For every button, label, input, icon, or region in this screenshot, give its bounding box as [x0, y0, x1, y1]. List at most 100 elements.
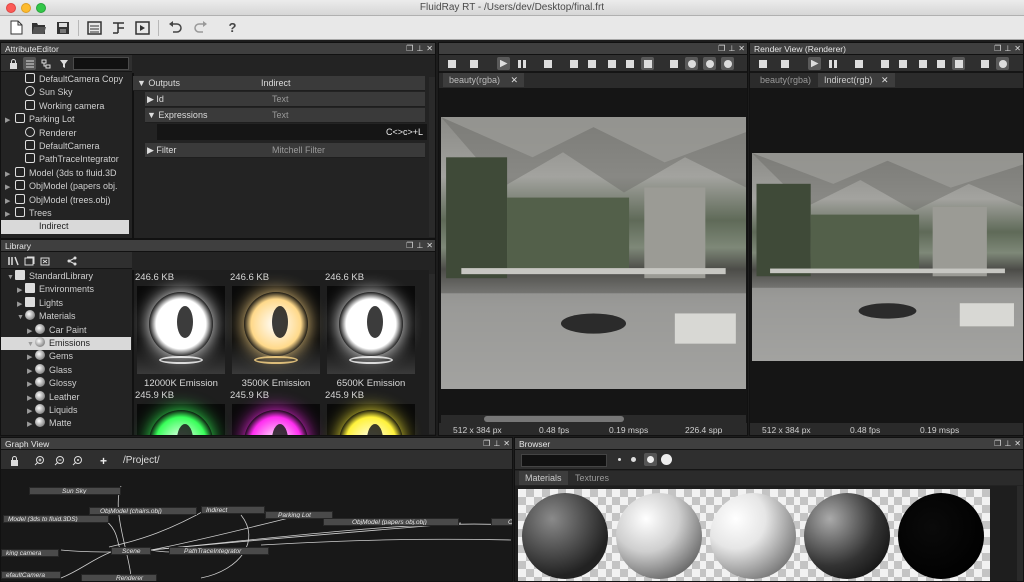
- navigate-button[interactable]: [978, 57, 991, 70]
- material-thumb-black[interactable]: [894, 489, 990, 581]
- material-thumbnail[interactable]: [137, 404, 225, 435]
- tree-item[interactable]: ▶ ObjModel (trees.obj): [1, 193, 129, 207]
- expand-arrow-icon[interactable]: ▶: [5, 181, 13, 193]
- library-tree-item[interactable]: ▶ Matte: [1, 417, 131, 430]
- render-view-toggle[interactable]: [134, 19, 151, 36]
- close-panel-icon[interactable]: ✕: [738, 43, 745, 55]
- tab-indirect[interactable]: Indirect(rgb) ✕: [818, 73, 895, 87]
- tree-item[interactable]: Indirect: [1, 220, 129, 234]
- attribute-search-input[interactable]: [73, 57, 129, 70]
- zoom-in-button[interactable]: [33, 454, 46, 467]
- float-panel-icon[interactable]: ❐: [994, 43, 1001, 55]
- grid-button[interactable]: [623, 57, 636, 70]
- library-remove-button[interactable]: [39, 254, 52, 267]
- splitter[interactable]: [132, 73, 134, 238]
- prop-row-outputs[interactable]: ▼ Outputs Indirect: [133, 76, 425, 91]
- graph-node[interactable]: PathTraceIntegrator: [169, 547, 269, 555]
- play-button[interactable]: [808, 57, 821, 70]
- expand-arrow-icon[interactable]: ▶: [27, 405, 35, 417]
- material-thumb-dark-glossy[interactable]: [800, 489, 896, 581]
- zoom-fit-button[interactable]: [71, 454, 84, 467]
- library-tree-item[interactable]: ▶ Liquids: [1, 404, 131, 417]
- new-file-button[interactable]: [8, 19, 25, 36]
- material-thumb-dark-matte[interactable]: [518, 489, 614, 581]
- attribute-editor-toggle[interactable]: [86, 19, 103, 36]
- hierarchy-button[interactable]: [39, 57, 52, 70]
- expand-arrow-icon[interactable]: ▶: [5, 195, 13, 207]
- expand-arrow-icon[interactable]: ▶: [27, 378, 35, 390]
- expression-input[interactable]: C<>c>+L: [157, 124, 427, 140]
- navigate-button[interactable]: [667, 57, 680, 70]
- list-view-button[interactable]: [23, 57, 36, 70]
- material-thumbnail[interactable]: [232, 286, 320, 374]
- viewport-button[interactable]: [641, 57, 654, 70]
- library-tree-item[interactable]: ▶ Glossy: [1, 377, 131, 390]
- tree-item[interactable]: PathTraceIntegrator: [1, 153, 129, 166]
- expand-arrow-icon[interactable]: ▶: [27, 351, 35, 363]
- h-scrollbar[interactable]: [441, 415, 746, 423]
- library-tree-item[interactable]: ▶ Lights: [1, 296, 131, 310]
- size-large-button[interactable]: [644, 453, 657, 466]
- expand-arrow-icon[interactable]: ▶: [17, 298, 25, 310]
- library-tree-item[interactable]: ▶ Environments: [1, 283, 131, 296]
- prop-row-filter[interactable]: ▶ Filter Mitchell Filter: [145, 143, 425, 158]
- props-scrollbar[interactable]: [429, 77, 435, 237]
- library-tree-item[interactable]: ▶ Gems: [1, 350, 131, 363]
- graph-node[interactable]: king camera: [1, 549, 59, 557]
- pin-panel-icon[interactable]: ⊥: [728, 43, 735, 55]
- cube-button[interactable]: [567, 57, 580, 70]
- frame-button[interactable]: [916, 57, 929, 70]
- material-thumbnail[interactable]: [137, 286, 225, 374]
- close-tab-icon[interactable]: ✕: [511, 75, 519, 85]
- library-books-button[interactable]: [7, 254, 20, 267]
- render-image-indirect[interactable]: [752, 153, 1023, 361]
- material-thumb-marble[interactable]: [612, 489, 708, 581]
- size-medium-icon[interactable]: [631, 457, 636, 462]
- float-panel-icon[interactable]: ❐: [406, 43, 413, 55]
- tree-item[interactable]: Working camera: [1, 99, 129, 113]
- tree-item[interactable]: Sun Sky: [1, 86, 129, 99]
- float-panel-icon[interactable]: ❐: [994, 438, 1001, 450]
- close-panel-icon[interactable]: ✕: [1014, 43, 1021, 55]
- material-thumbnail[interactable]: [327, 404, 415, 435]
- close-panel-icon[interactable]: ✕: [426, 43, 433, 55]
- browser-search-input[interactable]: [521, 454, 607, 467]
- graph-node[interactable]: Indirect: [201, 506, 265, 514]
- graph-lock-button[interactable]: [8, 454, 21, 467]
- library-tree-item[interactable]: ▶ Glass: [1, 363, 131, 377]
- save-file-button[interactable]: [54, 19, 71, 36]
- expand-arrow-icon[interactable]: ▼: [7, 271, 15, 283]
- close-panel-icon[interactable]: ✕: [1014, 438, 1021, 450]
- graph-node[interactable]: ObjModel (chairs.obj): [89, 507, 197, 515]
- expand-arrow-icon[interactable]: ▶: [27, 325, 35, 337]
- material-thumb-white-glossy[interactable]: [706, 489, 802, 581]
- graph-node[interactable]: Renderer: [81, 574, 157, 581]
- tab-beauty[interactable]: beauty(rgba): [754, 73, 817, 87]
- tree-item[interactable]: ▶ ObjModel (papers obj.: [1, 180, 129, 193]
- library-scrollbar[interactable]: [429, 274, 435, 434]
- library-tree-item[interactable]: ▶ Leather: [1, 390, 131, 404]
- help-button[interactable]: ?: [224, 19, 241, 36]
- size-small-icon[interactable]: [618, 458, 621, 461]
- expand-arrow-icon[interactable]: ▶: [5, 168, 13, 180]
- material-thumbnail[interactable]: [232, 404, 320, 435]
- float-panel-icon[interactable]: ❐: [406, 240, 413, 252]
- tab-textures[interactable]: Textures: [569, 471, 615, 485]
- graph-node[interactable]: C: [491, 518, 512, 526]
- tab-materials[interactable]: Materials: [519, 471, 568, 485]
- library-tree-item[interactable]: ▶ Car Paint: [1, 323, 131, 337]
- pin-panel-icon[interactable]: ⊥: [1004, 43, 1011, 55]
- tree-item[interactable]: ▶ Parking Lot: [1, 113, 129, 126]
- expand-arrow-icon[interactable]: ▶: [27, 392, 35, 404]
- browser-scrollbar[interactable]: [1017, 486, 1023, 581]
- tree-item[interactable]: ▶ Trees: [1, 207, 129, 220]
- pin-panel-icon[interactable]: ⊥: [1004, 438, 1011, 450]
- lock-button[interactable]: [7, 57, 20, 70]
- close-panel-icon[interactable]: ✕: [503, 438, 510, 450]
- camera-lock-button[interactable]: [445, 57, 458, 70]
- graph-node[interactable]: ObjModel (papers obj.obj): [323, 518, 459, 526]
- filter-button[interactable]: [57, 57, 70, 70]
- region-button[interactable]: [585, 57, 598, 70]
- viewport-button[interactable]: [952, 57, 965, 70]
- pause-button[interactable]: [826, 57, 839, 70]
